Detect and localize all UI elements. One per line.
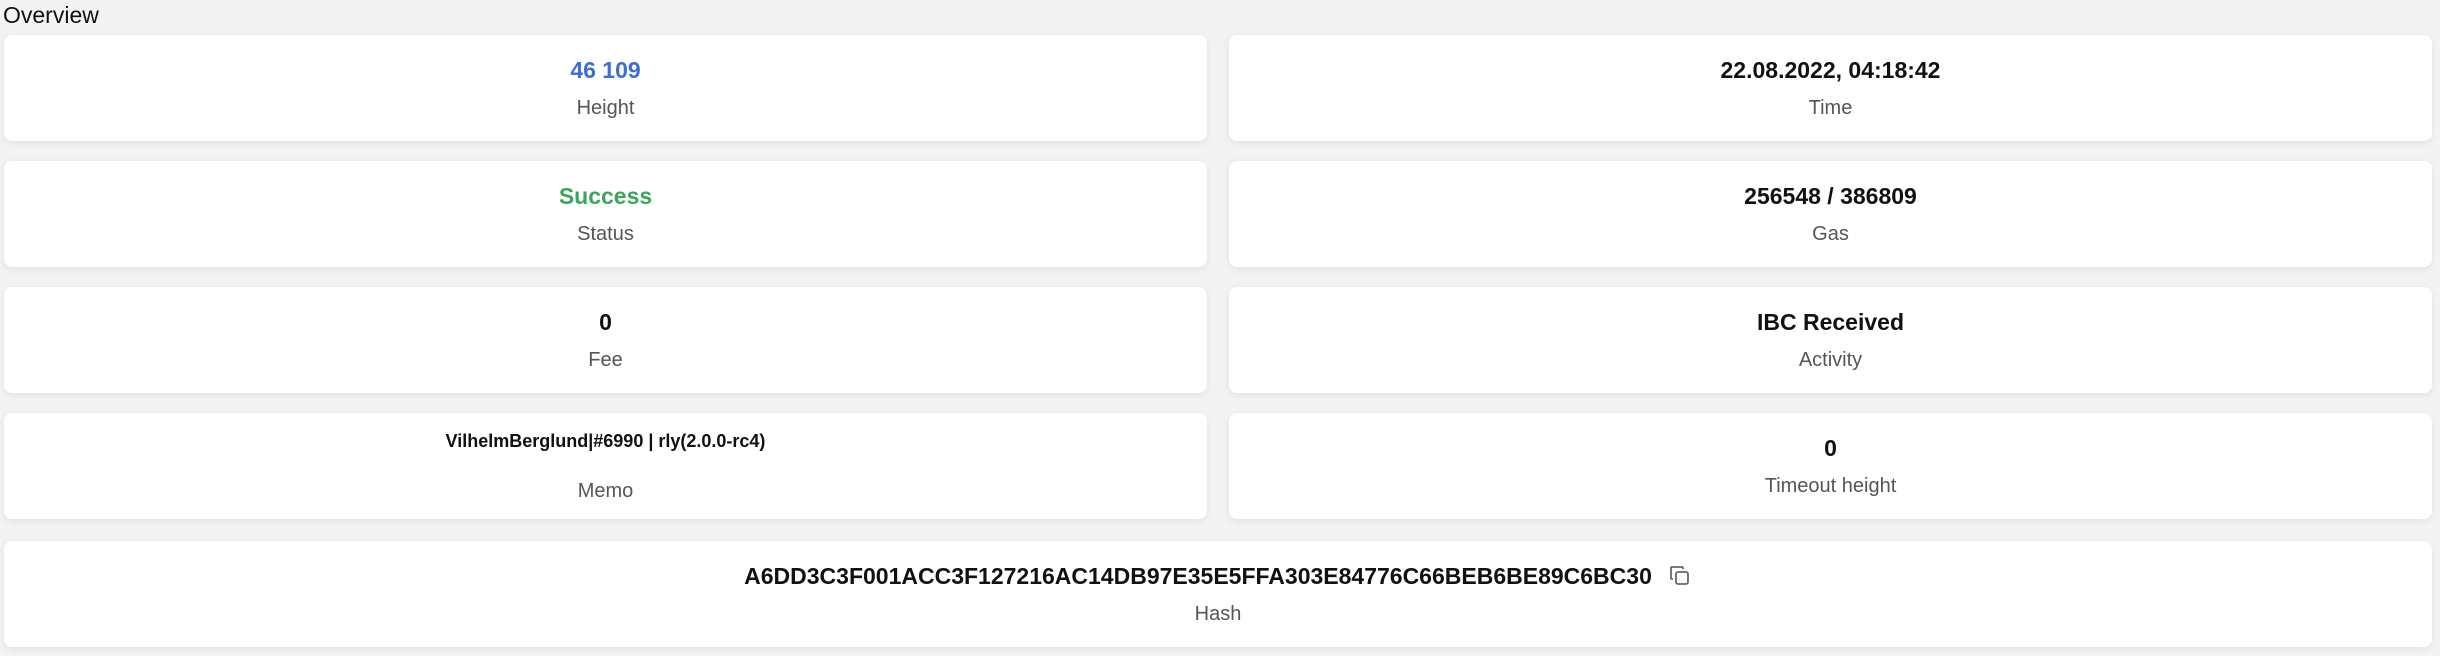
status-value: Success [558,183,653,209]
hash-row: A6DD3C3F001ACC3F127216AC14DB97E35E5FFA30… [744,561,1692,591]
status-card: Success Status [4,161,1207,267]
timeout-height-card: 0 Timeout height [1229,413,2432,519]
overview-grid: 46 109 Height 22.08.2022, 04:18:42 Time … [4,35,2432,519]
gas-card: 256548 / 386809 Gas [1229,161,2432,267]
fee-value: 0 [599,309,612,335]
activity-value: IBC Received [1756,309,1904,335]
time-card: 22.08.2022, 04:18:42 Time [1229,35,2432,141]
hash-card: A6DD3C3F001ACC3F127216AC14DB97E35E5FFA30… [4,541,2432,647]
fee-label: Fee [588,349,623,371]
memo-card: VilhelmBerglund|#6990 | rly(2.0.0-rc4) M… [4,413,1207,519]
section-title: Overview [3,2,99,28]
gas-value: 256548 / 386809 [1744,183,1917,209]
timeout-height-value: 0 [1824,435,1837,461]
timeout-height-label: Timeout height [1764,475,1897,497]
memo-label: Memo [577,480,634,502]
activity-label: Activity [1798,349,1863,371]
height-label: Height [576,97,635,119]
copy-icon[interactable] [1668,564,1692,588]
gas-label: Gas [1812,223,1849,245]
activity-card: IBC Received Activity [1229,287,2432,393]
status-label: Status [577,223,634,245]
height-value[interactable]: 46 109 [570,55,640,85]
memo-value: VilhelmBerglund|#6990 | rly(2.0.0-rc4) [445,431,766,451]
time-value: 22.08.2022, 04:18:42 [1720,57,1941,83]
fee-card: 0 Fee [4,287,1207,393]
time-label: Time [1808,97,1853,119]
hash-value: A6DD3C3F001ACC3F127216AC14DB97E35E5FFA30… [744,563,1652,589]
hash-label: Hash [1194,603,1242,625]
height-card: 46 109 Height [4,35,1207,141]
